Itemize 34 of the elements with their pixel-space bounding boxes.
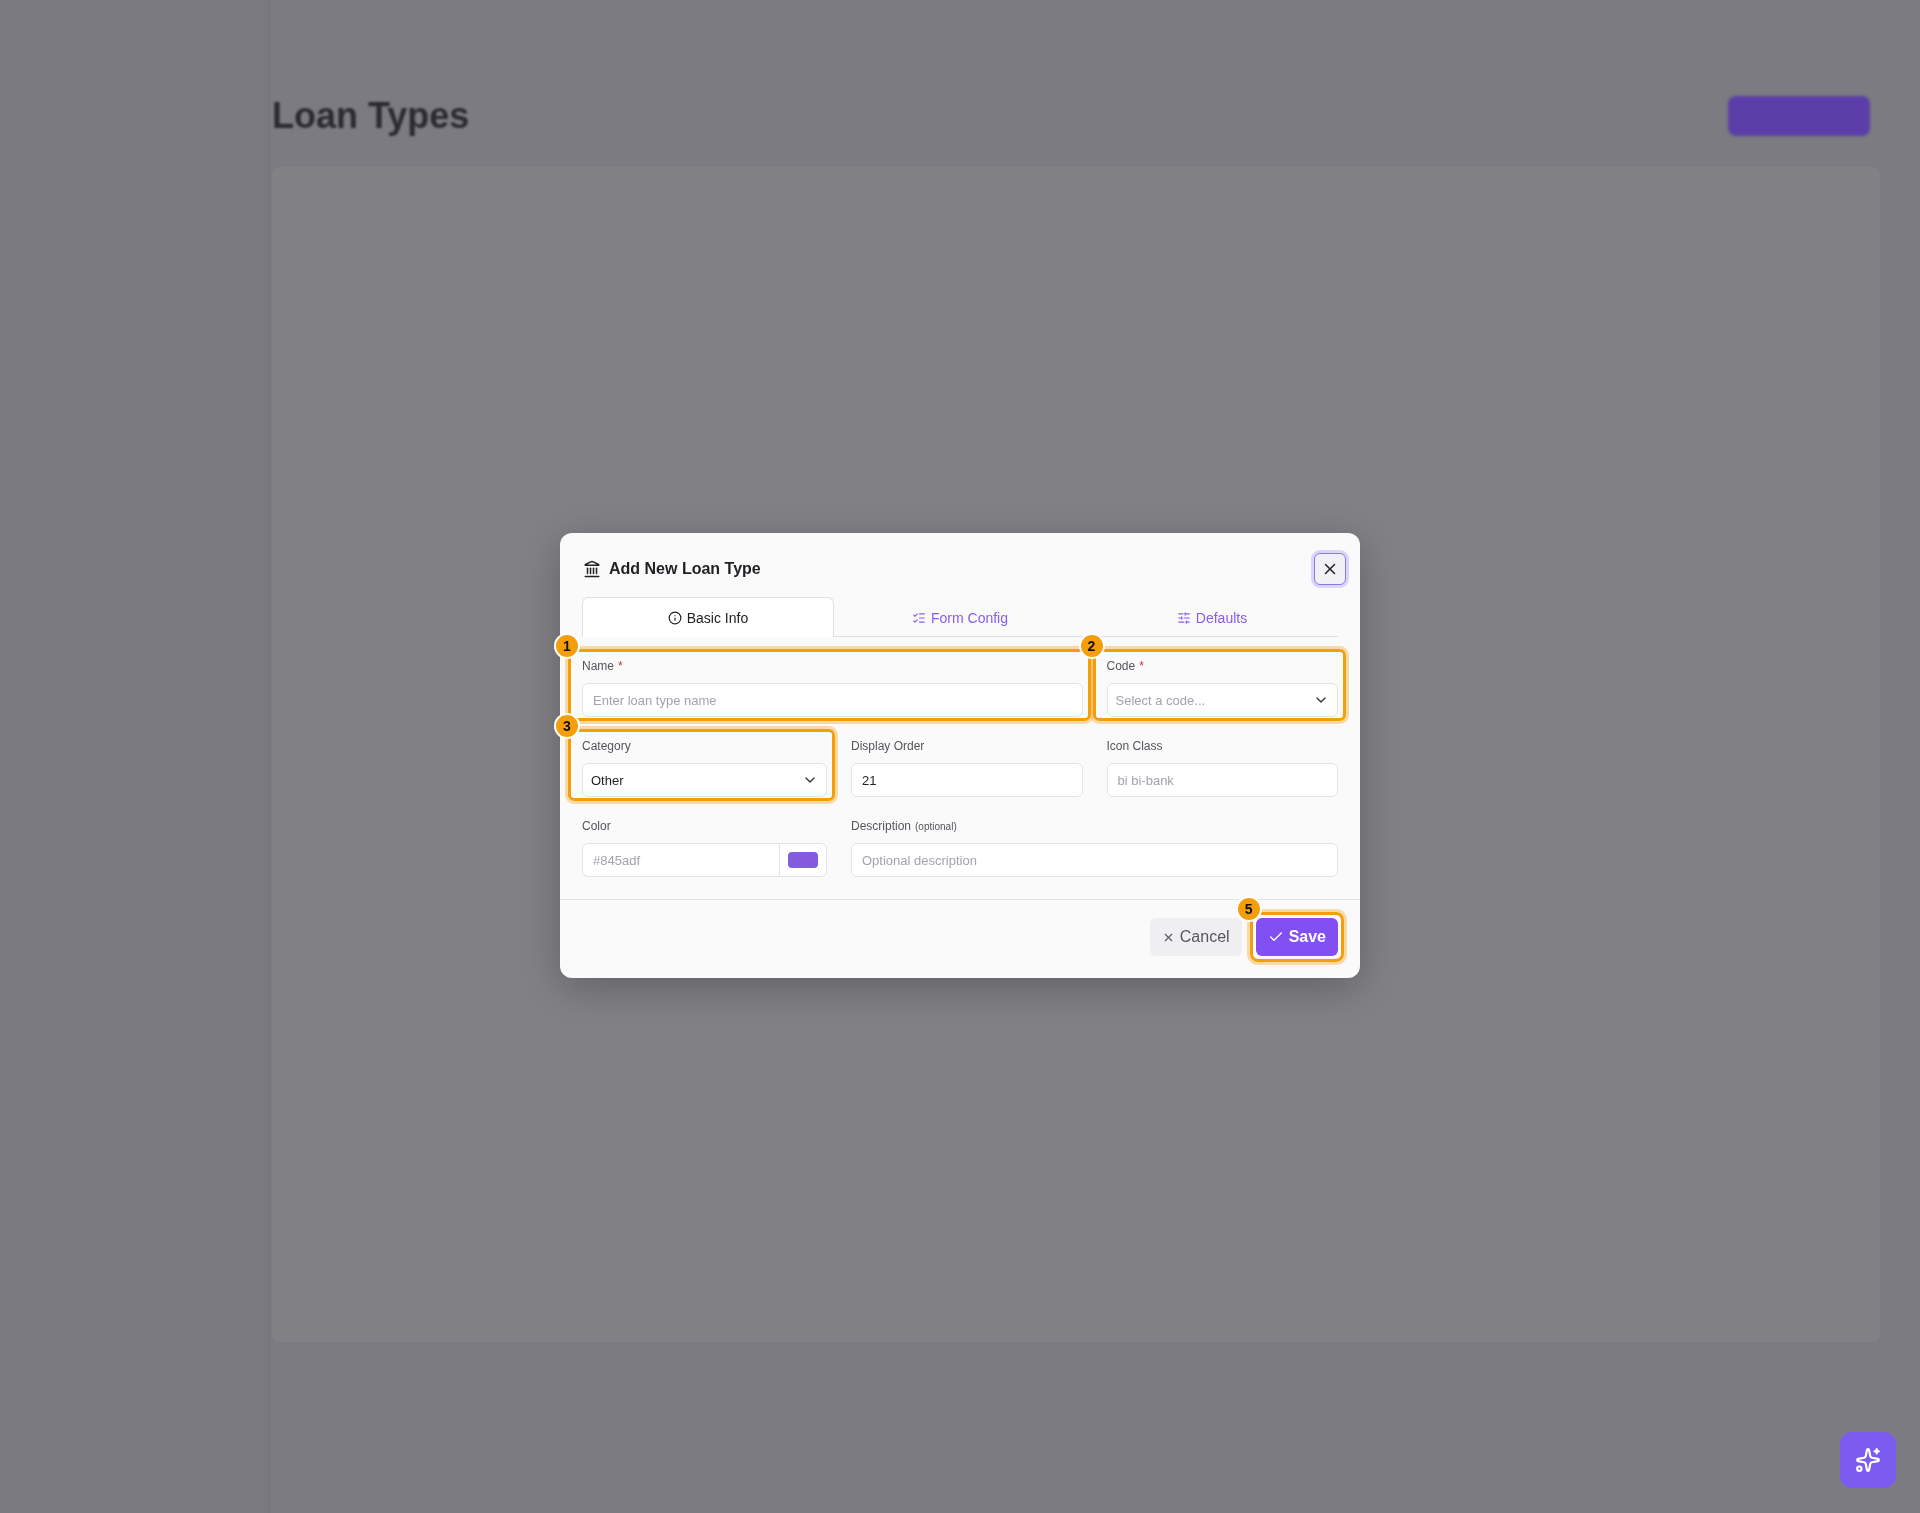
field-label: Name [582,659,614,673]
field-label: Category [582,739,631,753]
required-mark: * [618,659,623,673]
info-icon [667,610,682,625]
close-button[interactable] [1314,553,1346,585]
bank-icon [583,560,601,578]
step-badge: 1 [554,633,580,659]
color-input-field[interactable]: #845adf [582,843,779,877]
sparkle-button[interactable] [1840,1432,1896,1488]
step-badge: 2 [1078,633,1105,659]
field-label: Color [582,819,611,833]
input-field[interactable]: 21 [851,763,1083,797]
sparkle-icon [1855,1447,1881,1473]
field-hint: (optional) [915,821,957,832]
cancel-button[interactable]: Cancel [1149,918,1242,956]
input-field[interactable]: Enter loan type name [582,683,1083,717]
select-field[interactable]: Other [582,763,827,797]
step-badge: 5 [1235,896,1262,922]
color-swatch[interactable] [788,852,818,868]
page-title: Loan Types [272,95,470,137]
color-picker-button[interactable] [779,843,827,877]
dialog-title: Add New Loan Type [609,560,761,578]
tab[interactable]: Basic Info [582,597,834,637]
sliders-icon [1176,610,1191,625]
field-label: Code [1106,659,1136,673]
field-label: Icon Class [1106,739,1163,753]
required-mark: * [1139,659,1144,673]
input-field[interactable]: Optional description [851,843,1338,877]
field-label: Description [851,819,912,833]
input-field[interactable]: bi bi-bank [1106,763,1338,797]
field-label: Display Order [851,739,925,753]
step-badge: 3 [554,713,580,739]
save-button[interactable]: Save [1255,918,1338,956]
checklist-icon [912,610,926,625]
